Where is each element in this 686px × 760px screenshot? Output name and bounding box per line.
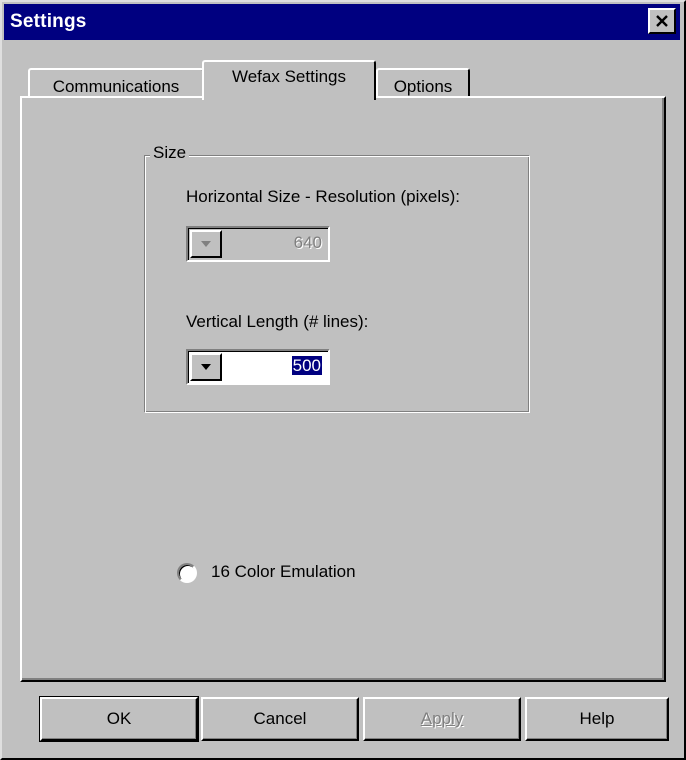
ok-button-label: OK (106, 709, 132, 728)
horizontal-size-value: 640 (293, 233, 322, 252)
color-emulation-label[interactable]: 16 Color Emulation (211, 562, 356, 582)
apply-button-label: Apply (420, 709, 464, 728)
window-title: Settings (10, 11, 87, 32)
close-icon (656, 15, 668, 27)
close-button[interactable] (648, 8, 676, 34)
help-button-label: Help (579, 709, 615, 728)
horizontal-size-label: Horizontal Size - Resolution (pixels): (186, 187, 460, 206)
size-group-legend: Size (150, 143, 190, 163)
vertical-length-selected-text: 500 (291, 356, 322, 375)
horizontal-size-combo: 640 (186, 226, 330, 262)
color-emulation-radio[interactable] (177, 563, 197, 583)
horizontal-size-dropdown-button (190, 230, 222, 258)
apply-button[interactable]: Apply (363, 697, 521, 741)
tab-options-label: Options (393, 77, 453, 96)
chevron-down-icon (201, 241, 211, 247)
tab-wefax-settings-label: Wefax Settings (231, 67, 347, 86)
vertical-length-combo[interactable]: 500 (186, 349, 330, 385)
tab-wefax-settings[interactable]: Wefax Settings (202, 60, 376, 100)
cancel-button-label: Cancel (253, 709, 307, 728)
title-bar[interactable]: Settings (4, 4, 680, 40)
vertical-length-dropdown-button[interactable] (190, 353, 222, 381)
help-button[interactable]: Help (525, 697, 669, 741)
vertical-length-label: Vertical Length (# lines): (186, 312, 369, 331)
vertical-length-value[interactable]: 500 (291, 356, 322, 376)
ok-button[interactable]: OK (39, 696, 199, 742)
chevron-down-icon (201, 364, 211, 370)
tab-communications-label: Communications (52, 77, 180, 96)
cancel-button[interactable]: Cancel (201, 697, 359, 741)
